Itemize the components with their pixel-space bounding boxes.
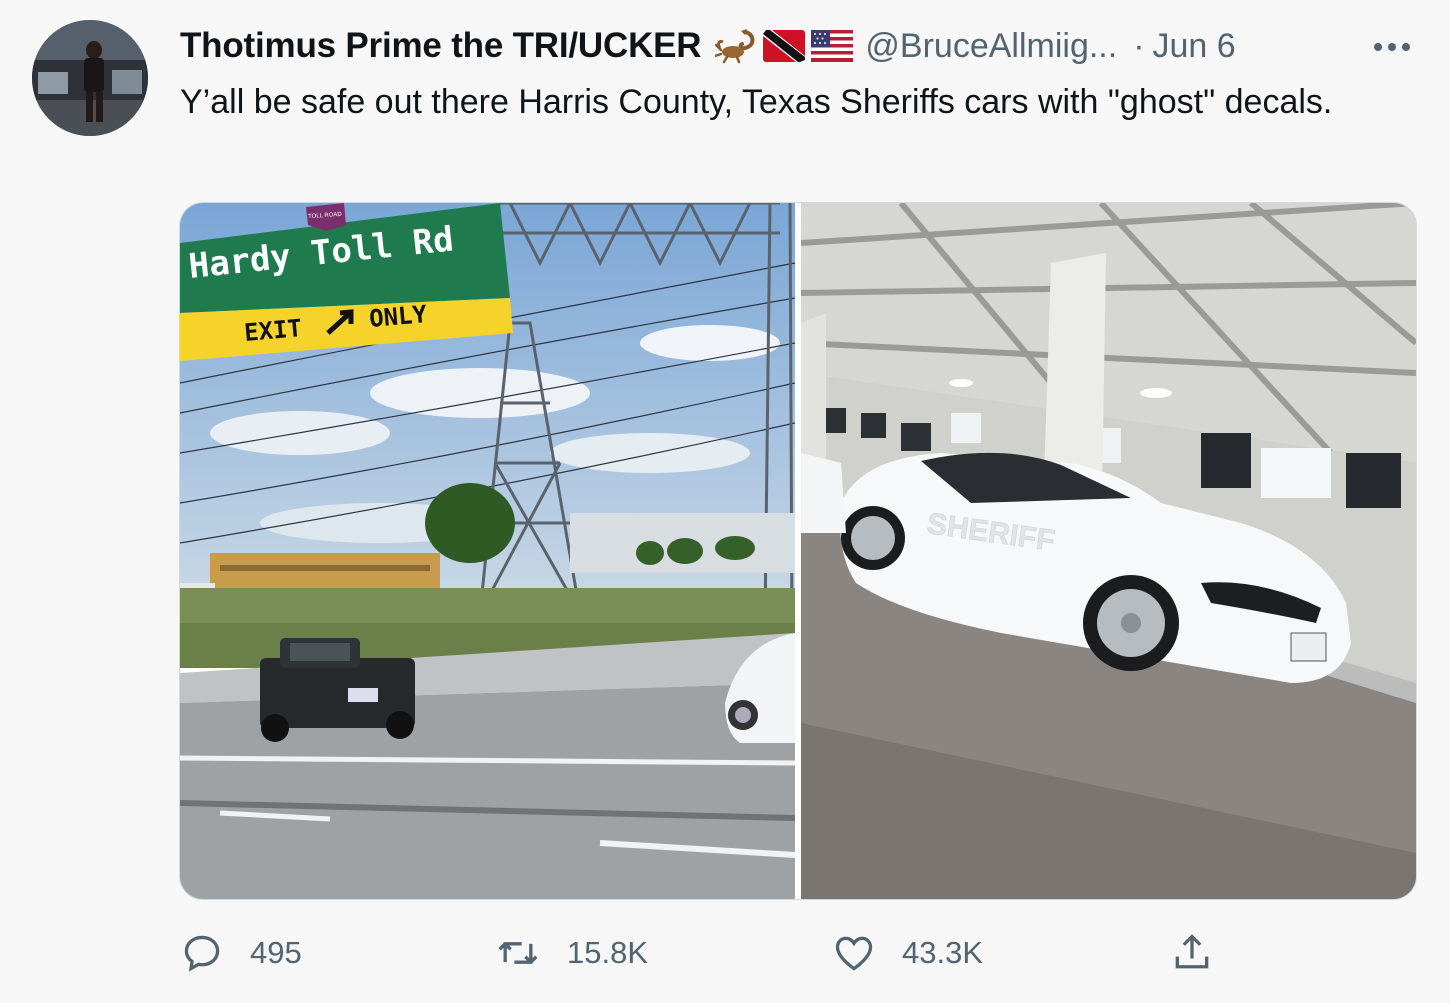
like-button[interactable]: 43.3K bbox=[832, 925, 983, 981]
avatar[interactable] bbox=[32, 20, 148, 136]
retweet-icon bbox=[498, 942, 538, 964]
sign-only: ONLY bbox=[368, 300, 429, 333]
tweet-actions: 495 15.8K 43.3K bbox=[180, 925, 1420, 985]
reply-button[interactable]: 495 bbox=[180, 925, 302, 981]
highway-photo-image: TOLL ROAD Hardy Toll Rd EXIT ONLY bbox=[180, 203, 796, 899]
trinidad-tobago-flag-icon bbox=[763, 30, 806, 62]
tweet-header: Thotimus Prime the TRI/UCKER @BruceAllmi… bbox=[180, 22, 1430, 70]
like-count: 43.3K bbox=[902, 935, 984, 970]
display-name[interactable]: Thotimus Prime the TRI/UCKER bbox=[180, 26, 702, 66]
handle[interactable]: @BruceAllmiig... bbox=[865, 27, 1117, 66]
sign-exit: EXIT bbox=[243, 314, 303, 347]
photo-sheriff-car[interactable]: SHERIFF bbox=[800, 203, 1416, 899]
tweet-text: Y’all be safe out there Harris County, T… bbox=[180, 83, 1333, 121]
separator-dot: · bbox=[1133, 26, 1145, 65]
sheriff-car-photo-image: SHERIFF bbox=[800, 203, 1416, 899]
share-button[interactable] bbox=[1170, 925, 1214, 981]
share-icon bbox=[1175, 934, 1209, 969]
more-options-button[interactable] bbox=[1372, 40, 1412, 58]
scorpion-icon bbox=[715, 29, 755, 64]
more-horizontal-icon bbox=[1374, 43, 1410, 51]
us-flag-icon bbox=[811, 30, 854, 62]
retweet-count: 15.8K bbox=[567, 935, 649, 970]
reply-icon bbox=[184, 935, 220, 972]
reply-count: 495 bbox=[250, 935, 302, 970]
retweet-button[interactable]: 15.8K bbox=[495, 925, 648, 981]
tweet-media[interactable]: TOLL ROAD Hardy Toll Rd EXIT ONLY SHERIF… bbox=[179, 202, 1417, 900]
name-emojis bbox=[715, 28, 854, 64]
photo-highway[interactable]: TOLL ROAD Hardy Toll Rd EXIT ONLY bbox=[180, 203, 796, 899]
avatar-image bbox=[32, 20, 148, 136]
heart-icon bbox=[835, 936, 873, 971]
tweet-date[interactable]: Jun 6 bbox=[1153, 27, 1236, 66]
